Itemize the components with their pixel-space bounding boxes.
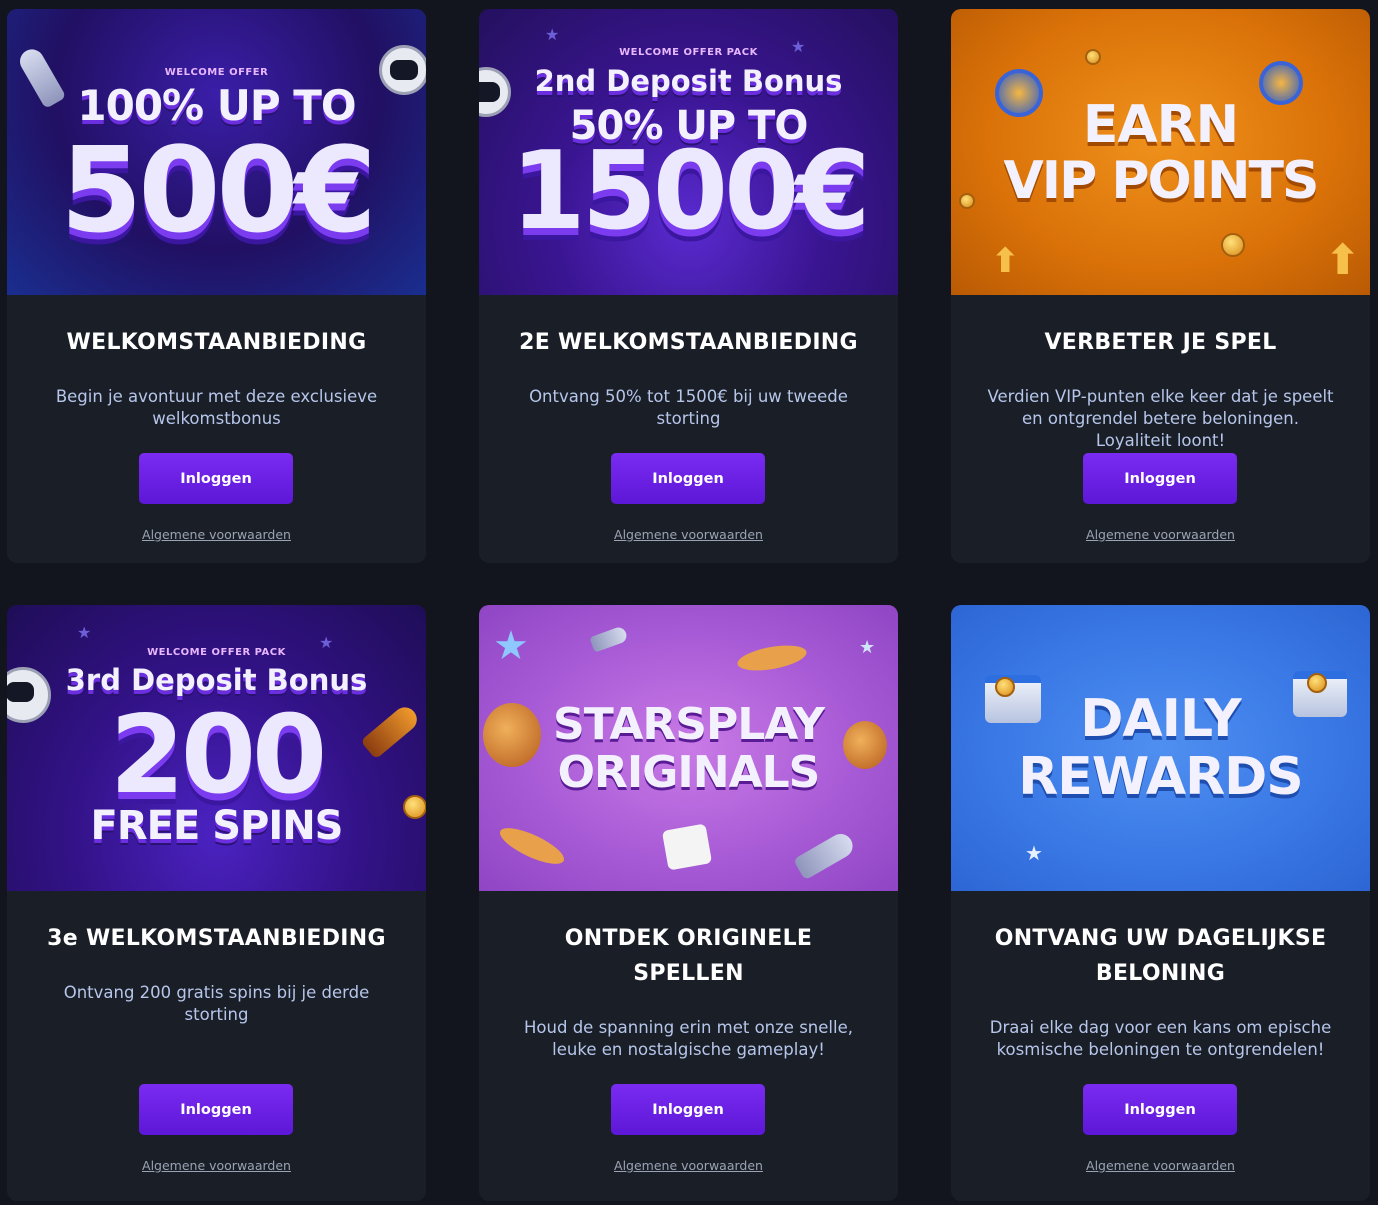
card-description: Verdien VIP-punten elke keer dat je spee…	[987, 387, 1334, 450]
login-button[interactable]: Inloggen	[611, 1084, 765, 1135]
card-title: 3e WELKOMSTAANBIEDING	[47, 926, 386, 951]
promo-card-daily-rewards: ★ DAILY REWARDS ONTVANG UW DAGELIJKSE BE…	[951, 605, 1370, 1201]
banner-deposit-label: 3rd Deposit Bonus	[65, 663, 368, 697]
promo-banner-originals: ★ ★ STARSPLAY ORIGINALS	[479, 605, 898, 891]
promo-card-welcome: WELCOME OFFER 100% UP TO 500€ WELKOMSTAA…	[7, 9, 426, 563]
promo-banner-welcome: WELCOME OFFER 100% UP TO 500€	[7, 9, 426, 295]
promo-card-originals: ★ ★ STARSPLAY ORIGINALS ONTDEK ORIGINELE…	[479, 605, 898, 1201]
banner-amount: 1500€	[510, 129, 871, 254]
login-button[interactable]: Inloggen	[139, 1084, 293, 1135]
star-icon: ★	[77, 623, 92, 642]
coin-icon	[1085, 49, 1101, 65]
banner-deposit-label: 2nd Deposit Bonus	[534, 64, 843, 98]
banner-kicker: WELCOME OFFER PACK	[147, 647, 286, 658]
coin-icon	[1221, 233, 1245, 257]
terms-link[interactable]: Algemene voorwaarden	[7, 527, 426, 542]
card-description: Draai elke dag voor een kans om epische …	[989, 1018, 1332, 1059]
banner-headline: DAILY	[1080, 689, 1241, 749]
banner-amount: 500€	[60, 121, 376, 259]
star-icon: ★	[859, 637, 876, 658]
promo-card-third-deposit: ★ ★ WELCOME OFFER PACK 3rd Deposit Bonus…	[7, 605, 426, 1201]
terms-link[interactable]: Algemene voorwaarden	[479, 1158, 898, 1173]
dice-icon	[661, 823, 713, 871]
arrow-up-icon: ⬆	[991, 241, 1020, 281]
banner-subheadline: VIP POINTS	[1003, 151, 1320, 211]
promotions-grid: WELCOME OFFER 100% UP TO 500€ WELKOMSTAA…	[7, 9, 1370, 1201]
banner-subheadline: REWARDS	[1018, 747, 1303, 807]
login-button[interactable]: Inloggen	[1083, 1084, 1237, 1135]
feather-icon	[735, 641, 809, 675]
banner-headline: EARN	[1082, 95, 1239, 155]
promo-banner-vip: EARN VIP POINTS ⬆ ⬆	[951, 9, 1370, 295]
promo-card-second-deposit: ★ ★ WELCOME OFFER PACK 2nd Deposit Bonus…	[479, 9, 898, 563]
star-icon: ★	[1025, 841, 1043, 865]
promo-banner-daily-rewards: ★ DAILY REWARDS	[951, 605, 1370, 891]
star-icon: ★	[545, 25, 560, 44]
terms-link[interactable]: Algemene voorwaarden	[951, 527, 1370, 542]
card-description: Houd de spanning erin met onze snelle, l…	[524, 1018, 853, 1059]
card-title: VERBETER JE SPEL	[1044, 330, 1277, 355]
card-description: Begin je avontuur met deze exclusieve we…	[55, 387, 378, 428]
banner-kicker: WELCOME OFFER	[164, 67, 269, 78]
banner-kicker: WELCOME OFFER PACK	[619, 47, 758, 58]
star-icon: ★	[493, 623, 529, 669]
banner-amount: 200	[109, 693, 327, 818]
login-button[interactable]: Inloggen	[1083, 453, 1237, 504]
banner-headline: STARSPLAY	[553, 699, 825, 750]
promo-banner-second-deposit: ★ ★ WELCOME OFFER PACK 2nd Deposit Bonus…	[479, 9, 898, 295]
card-title: ONTDEK ORIGINELE SPELLEN	[564, 926, 813, 986]
login-button[interactable]: Inloggen	[139, 453, 293, 504]
banner-subheadline: ORIGINALS	[557, 747, 821, 798]
promo-banner-third-deposit: ★ ★ WELCOME OFFER PACK 3rd Deposit Bonus…	[7, 605, 426, 891]
feather-icon	[495, 821, 569, 871]
login-button[interactable]: Inloggen	[611, 453, 765, 504]
card-title: 2E WELKOMSTAANBIEDING	[519, 330, 858, 355]
rocket-icon	[589, 625, 629, 653]
promo-card-vip: EARN VIP POINTS ⬆ ⬆ VERBETER JE SPEL Ver…	[951, 9, 1370, 563]
terms-link[interactable]: Algemene voorwaarden	[479, 527, 898, 542]
terms-link[interactable]: Algemene voorwaarden	[951, 1158, 1370, 1173]
arrow-up-icon: ⬆	[1325, 235, 1361, 284]
card-description: Ontvang 200 gratis spins bij je derde st…	[63, 983, 370, 1024]
card-description: Ontvang 50% tot 1500€ bij uw tweede stor…	[529, 387, 848, 428]
banner-subheadline: FREE SPINS	[90, 803, 344, 849]
card-title: WELKOMSTAANBIEDING	[66, 330, 367, 355]
terms-link[interactable]: Algemene voorwaarden	[7, 1158, 426, 1173]
rocket-icon	[793, 829, 857, 881]
card-title: ONTVANG UW DAGELIJKSE BELONING	[994, 926, 1327, 986]
